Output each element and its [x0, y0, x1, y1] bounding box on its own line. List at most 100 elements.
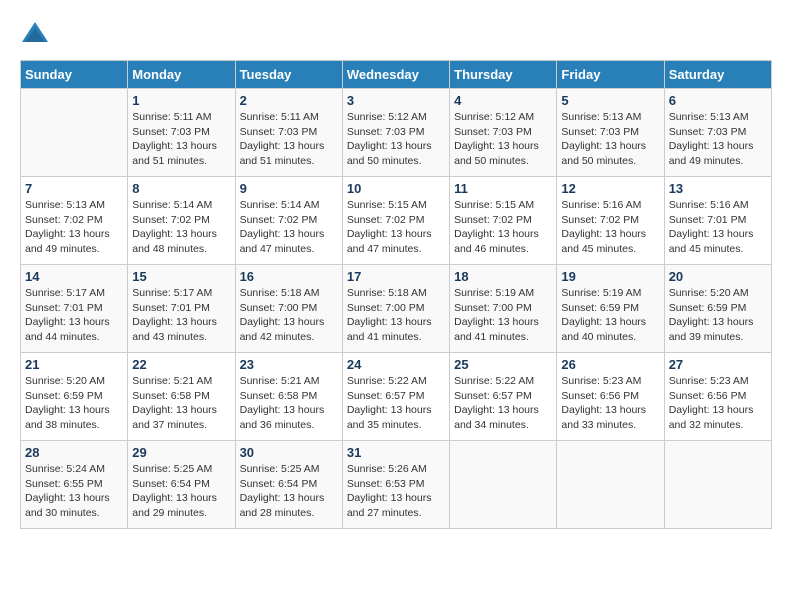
day-number: 13 — [669, 181, 767, 196]
calendar-cell: 5 Sunrise: 5:13 AMSunset: 7:03 PMDaylight… — [557, 89, 664, 177]
day-number: 24 — [347, 357, 445, 372]
day-info: Sunrise: 5:14 AMSunset: 7:02 PMDaylight:… — [240, 198, 338, 257]
calendar-cell: 29 Sunrise: 5:25 AMSunset: 6:54 PMDayligh… — [128, 441, 235, 529]
calendar-cell — [21, 89, 128, 177]
week-row-3: 14 Sunrise: 5:17 AMSunset: 7:01 PMDayligh… — [21, 265, 772, 353]
day-info: Sunrise: 5:18 AMSunset: 7:00 PMDaylight:… — [240, 286, 338, 345]
day-info: Sunrise: 5:11 AMSunset: 7:03 PMDaylight:… — [240, 110, 338, 169]
day-info: Sunrise: 5:23 AMSunset: 6:56 PMDaylight:… — [669, 374, 767, 433]
day-info: Sunrise: 5:19 AMSunset: 7:00 PMDaylight:… — [454, 286, 552, 345]
day-number: 23 — [240, 357, 338, 372]
day-info: Sunrise: 5:25 AMSunset: 6:54 PMDaylight:… — [240, 462, 338, 521]
day-number: 16 — [240, 269, 338, 284]
day-info: Sunrise: 5:16 AMSunset: 7:02 PMDaylight:… — [561, 198, 659, 257]
day-info: Sunrise: 5:16 AMSunset: 7:01 PMDaylight:… — [669, 198, 767, 257]
calendar-cell: 16 Sunrise: 5:18 AMSunset: 7:00 PMDayligh… — [235, 265, 342, 353]
calendar-cell: 30 Sunrise: 5:25 AMSunset: 6:54 PMDayligh… — [235, 441, 342, 529]
day-info: Sunrise: 5:15 AMSunset: 7:02 PMDaylight:… — [454, 198, 552, 257]
calendar-cell — [664, 441, 771, 529]
calendar-cell: 22 Sunrise: 5:21 AMSunset: 6:58 PMDayligh… — [128, 353, 235, 441]
calendar-table: SundayMondayTuesdayWednesdayThursdayFrid… — [20, 60, 772, 529]
day-info: Sunrise: 5:17 AMSunset: 7:01 PMDaylight:… — [25, 286, 123, 345]
calendar-cell: 14 Sunrise: 5:17 AMSunset: 7:01 PMDayligh… — [21, 265, 128, 353]
day-info: Sunrise: 5:21 AMSunset: 6:58 PMDaylight:… — [240, 374, 338, 433]
calendar-cell: 17 Sunrise: 5:18 AMSunset: 7:00 PMDayligh… — [342, 265, 449, 353]
column-header-friday: Friday — [557, 61, 664, 89]
day-number: 11 — [454, 181, 552, 196]
week-row-4: 21 Sunrise: 5:20 AMSunset: 6:59 PMDayligh… — [21, 353, 772, 441]
day-info: Sunrise: 5:13 AMSunset: 7:03 PMDaylight:… — [561, 110, 659, 169]
day-number: 26 — [561, 357, 659, 372]
day-number: 18 — [454, 269, 552, 284]
calendar-cell: 31Sunrise: 5:26 AMSunset: 6:53 PMDayligh… — [342, 441, 449, 529]
column-header-tuesday: Tuesday — [235, 61, 342, 89]
day-number: 20 — [669, 269, 767, 284]
day-number: 21 — [25, 357, 123, 372]
logo-icon — [20, 20, 50, 50]
day-number: 22 — [132, 357, 230, 372]
day-number: 30 — [240, 445, 338, 460]
day-info: Sunrise: 5:19 AMSunset: 6:59 PMDaylight:… — [561, 286, 659, 345]
page-header — [20, 20, 772, 50]
calendar-cell: 13 Sunrise: 5:16 AMSunset: 7:01 PMDayligh… — [664, 177, 771, 265]
day-info: Sunrise: 5:20 AMSunset: 6:59 PMDaylight:… — [25, 374, 123, 433]
calendar-cell: 24Sunrise: 5:22 AMSunset: 6:57 PMDayligh… — [342, 353, 449, 441]
day-number: 29 — [132, 445, 230, 460]
day-info: Sunrise: 5:20 AMSunset: 6:59 PMDaylight:… — [669, 286, 767, 345]
calendar-cell: 8 Sunrise: 5:14 AMSunset: 7:02 PMDaylight… — [128, 177, 235, 265]
day-number: 3 — [347, 93, 445, 108]
calendar-cell: 7 Sunrise: 5:13 AMSunset: 7:02 PMDaylight… — [21, 177, 128, 265]
day-number: 28 — [25, 445, 123, 460]
column-header-saturday: Saturday — [664, 61, 771, 89]
column-header-thursday: Thursday — [450, 61, 557, 89]
calendar-cell — [557, 441, 664, 529]
day-info: Sunrise: 5:11 AMSunset: 7:03 PMDaylight:… — [132, 110, 230, 169]
day-info: Sunrise: 5:14 AMSunset: 7:02 PMDaylight:… — [132, 198, 230, 257]
day-info: Sunrise: 5:13 AMSunset: 7:03 PMDaylight:… — [669, 110, 767, 169]
calendar-cell: 9Sunrise: 5:14 AMSunset: 7:02 PMDaylight… — [235, 177, 342, 265]
day-info: Sunrise: 5:25 AMSunset: 6:54 PMDaylight:… — [132, 462, 230, 521]
day-number: 8 — [132, 181, 230, 196]
week-row-5: 28 Sunrise: 5:24 AMSunset: 6:55 PMDayligh… — [21, 441, 772, 529]
day-number: 17 — [347, 269, 445, 284]
day-number: 19 — [561, 269, 659, 284]
calendar-cell: 25Sunrise: 5:22 AMSunset: 6:57 PMDayligh… — [450, 353, 557, 441]
calendar-cell: 20 Sunrise: 5:20 AMSunset: 6:59 PMDayligh… — [664, 265, 771, 353]
day-info: Sunrise: 5:13 AMSunset: 7:02 PMDaylight:… — [25, 198, 123, 257]
day-info: Sunrise: 5:21 AMSunset: 6:58 PMDaylight:… — [132, 374, 230, 433]
calendar-cell: 21 Sunrise: 5:20 AMSunset: 6:59 PMDayligh… — [21, 353, 128, 441]
day-number: 5 — [561, 93, 659, 108]
day-info: Sunrise: 5:12 AMSunset: 7:03 PMDaylight:… — [454, 110, 552, 169]
day-info: Sunrise: 5:12 AMSunset: 7:03 PMDaylight:… — [347, 110, 445, 169]
day-number: 25 — [454, 357, 552, 372]
calendar-cell: 12 Sunrise: 5:16 AMSunset: 7:02 PMDayligh… — [557, 177, 664, 265]
day-info: Sunrise: 5:23 AMSunset: 6:56 PMDaylight:… — [561, 374, 659, 433]
day-info: Sunrise: 5:24 AMSunset: 6:55 PMDaylight:… — [25, 462, 123, 521]
calendar-cell: 23 Sunrise: 5:21 AMSunset: 6:58 PMDayligh… — [235, 353, 342, 441]
calendar-cell: 11 Sunrise: 5:15 AMSunset: 7:02 PMDayligh… — [450, 177, 557, 265]
calendar-cell: 26 Sunrise: 5:23 AMSunset: 6:56 PMDayligh… — [557, 353, 664, 441]
column-header-wednesday: Wednesday — [342, 61, 449, 89]
day-number: 1 — [132, 93, 230, 108]
calendar-cell: 15Sunrise: 5:17 AMSunset: 7:01 PMDayligh… — [128, 265, 235, 353]
day-info: Sunrise: 5:17 AMSunset: 7:01 PMDaylight:… — [132, 286, 230, 345]
calendar-cell: 1 Sunrise: 5:11 AMSunset: 7:03 PMDaylight… — [128, 89, 235, 177]
calendar-cell: 4 Sunrise: 5:12 AMSunset: 7:03 PMDaylight… — [450, 89, 557, 177]
day-number: 7 — [25, 181, 123, 196]
calendar-cell — [450, 441, 557, 529]
day-info: Sunrise: 5:18 AMSunset: 7:00 PMDaylight:… — [347, 286, 445, 345]
calendar-cell: 10Sunrise: 5:15 AMSunset: 7:02 PMDayligh… — [342, 177, 449, 265]
day-number: 12 — [561, 181, 659, 196]
day-number: 31 — [347, 445, 445, 460]
day-number: 14 — [25, 269, 123, 284]
calendar-cell: 3 Sunrise: 5:12 AMSunset: 7:03 PMDaylight… — [342, 89, 449, 177]
calendar-cell: 28 Sunrise: 5:24 AMSunset: 6:55 PMDayligh… — [21, 441, 128, 529]
column-header-monday: Monday — [128, 61, 235, 89]
day-number: 6 — [669, 93, 767, 108]
day-number: 4 — [454, 93, 552, 108]
header-row: SundayMondayTuesdayWednesdayThursdayFrid… — [21, 61, 772, 89]
day-number: 27 — [669, 357, 767, 372]
calendar-cell: 19 Sunrise: 5:19 AMSunset: 6:59 PMDayligh… — [557, 265, 664, 353]
day-number: 10 — [347, 181, 445, 196]
calendar-cell: 27 Sunrise: 5:23 AMSunset: 6:56 PMDayligh… — [664, 353, 771, 441]
